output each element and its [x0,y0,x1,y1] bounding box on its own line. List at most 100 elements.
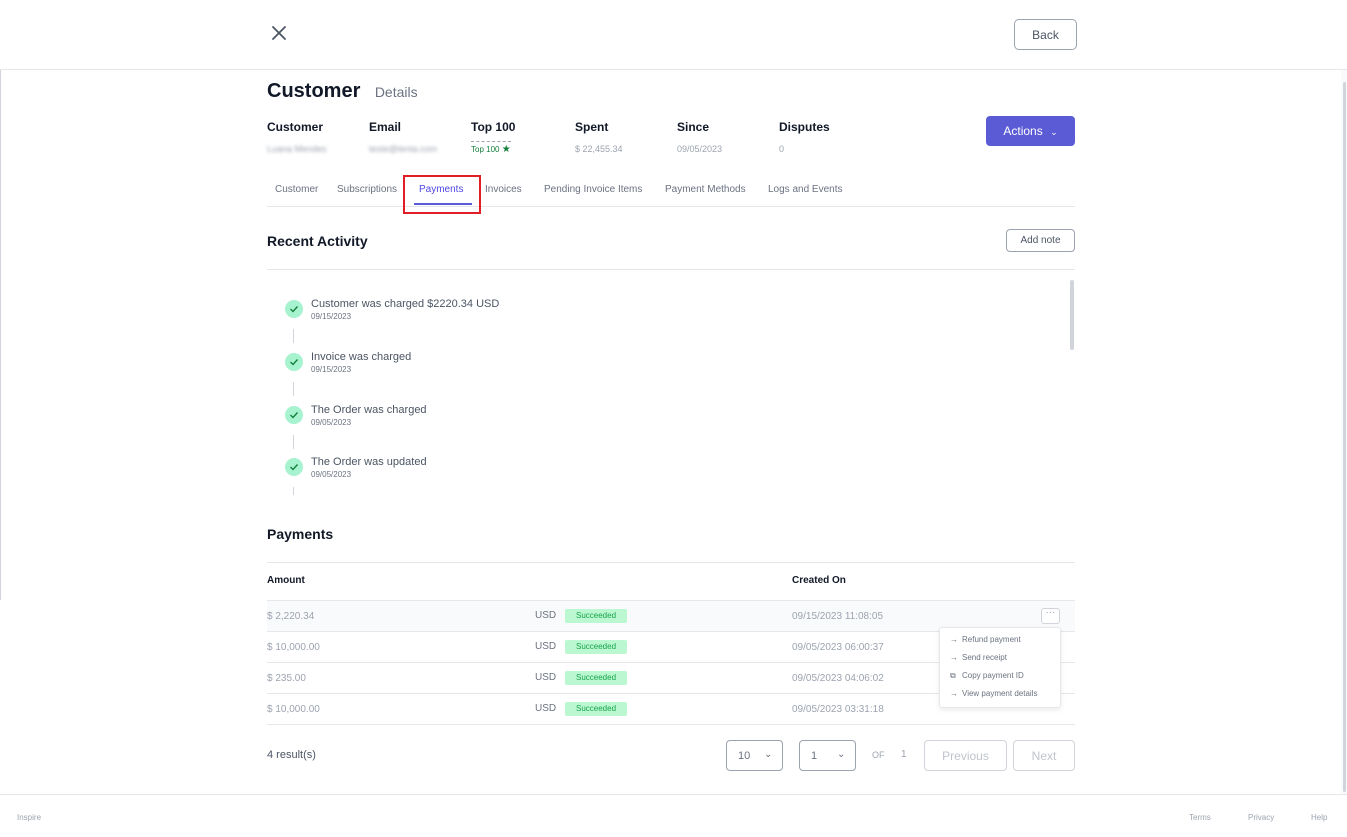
next-page-button[interactable]: Next [1013,740,1075,771]
footer: Inspire Terms Privacy Help [0,794,1347,837]
meta-since: Since 09/05/2023 [677,120,722,154]
copy-icon: ⧉ [950,671,956,680]
menu-item-label: Send receipt [962,653,1007,662]
recent-activity-title: Recent Activity [267,233,368,249]
timeline-connector [293,329,294,343]
meta-label: Disputes [779,120,830,134]
footer-link-terms[interactable]: Terms [1189,813,1211,822]
page-subtitle: Details [374,84,418,100]
left-border [0,70,1,600]
column-header-created-on: Created On [792,575,846,586]
payment-created-on: 09/05/2023 03:31:18 [792,704,884,715]
timeline-connector [293,435,294,449]
arrow-right-icon: → [950,689,958,698]
tab-subscriptions[interactable]: Subscriptions [337,184,397,195]
row-actions-menu: → Refund payment → Send receipt ⧉ Copy paym… [939,627,1061,708]
meta-value: teste@tenta.com [369,144,438,154]
activity-title: The Order was charged [311,404,427,416]
activity-date: 09/05/2023 [311,470,352,479]
tab-highlight-box [403,175,481,214]
activity-timeline[interactable]: Customer was charged $2220.34 USD 09/15/… [267,280,1075,495]
previous-page-button[interactable]: Previous [924,740,1007,771]
page-number-select[interactable]: 1 ⌄ [799,740,856,771]
meta-value: $ 22,455.34 [575,144,623,154]
payment-amount: $ 10,000.00 [267,704,320,715]
check-circle-icon [285,300,303,318]
meta-value: 0 [779,144,785,154]
menu-item-view-payment-details[interactable]: → View payment details [950,689,1037,698]
meta-label: Email [369,120,402,134]
payment-created-on: 09/05/2023 04:06:02 [792,673,884,684]
menu-item-label: Refund payment [962,635,1021,644]
menu-item-refund-payment[interactable]: → Refund payment [950,635,1021,644]
more-options-icon[interactable]: ··· [1041,608,1060,624]
menu-item-send-receipt[interactable]: → Send receipt [950,653,1007,662]
payment-currency: USD [535,641,557,652]
meta-label: Since [677,120,710,134]
payment-amount: $ 235.00 [267,673,306,684]
status-badge: Succeeded [565,702,627,716]
page-size-select[interactable]: 10 ⌄ [726,740,783,771]
star-icon: ★ [501,144,511,155]
status-badge: Succeeded [565,671,627,685]
activity-date: 09/05/2023 [311,418,352,427]
footer-link-help[interactable]: Help [1311,813,1327,822]
activity-scrollbar-thumb[interactable] [1070,280,1074,350]
tab-customer[interactable]: Customer [275,184,318,195]
meta-value: Luana Mendes [267,144,327,154]
menu-item-label: Copy payment ID [962,671,1024,680]
tab-bar: Customer Subscriptions Payments Invoices… [267,176,1075,207]
meta-label: Top 100 [471,120,516,134]
activity-title: The Order was updated [311,456,427,468]
payment-currency: USD [535,610,557,621]
payment-currency: USD [535,672,557,683]
column-header-amount: Amount [267,575,305,586]
payments-title: Payments [267,526,334,542]
pagination-total-pages: 1 [901,749,907,760]
meta-label: Customer [267,120,324,134]
page-title: Customer [267,80,361,102]
tab-invoices[interactable]: Invoices [485,184,522,195]
footer-brand: Inspire [17,813,42,822]
check-circle-icon [285,458,303,476]
activity-date: 09/15/2023 [311,365,352,374]
payment-currency: USD [535,703,557,714]
activity-title: Invoice was charged [311,351,412,363]
page-size-value: 10 [738,750,751,762]
footer-link-privacy[interactable]: Privacy [1248,813,1274,822]
activity-title: Customer was charged $2220.34 USD [311,298,500,310]
check-circle-icon [285,406,303,424]
status-badge: Succeeded [565,640,627,654]
payment-created-on: 09/05/2023 06:00:37 [792,642,884,653]
arrow-right-icon: → [950,653,958,662]
meta-email: Email teste@tenta.com [369,120,437,154]
status-badge: Succeeded [565,609,627,623]
activity-date: 09/15/2023 [311,312,352,321]
section-divider [267,269,1075,270]
page-heading: Customer Details [267,80,418,103]
tab-payment-methods[interactable]: Payment Methods [665,184,746,195]
meta-disputes: Disputes 0 [779,120,830,154]
back-button[interactable]: Back [1014,19,1077,50]
check-circle-icon [285,353,303,371]
menu-item-label: View payment details [962,689,1038,698]
payment-amount: $ 2,220.34 [267,611,315,622]
meta-value: 09/05/2023 [677,144,723,154]
add-note-button[interactable]: Add note [1006,229,1075,252]
tab-logs-and-events[interactable]: Logs and Events [768,184,843,195]
tab-pending-invoice-items[interactable]: Pending Invoice Items [544,184,642,195]
close-icon[interactable] [268,22,290,44]
chevron-down-icon: ⌄ [837,749,846,760]
top100-badge-label: Top 100 [471,145,500,154]
meta-label: Spent [575,120,609,134]
top-bar: Back [0,0,1347,70]
meta-top100: Top 100 Top 100 ★ [471,120,515,157]
actions-button[interactable]: Actions ⌄ [986,116,1075,146]
section-divider [267,562,1075,563]
page-scrollbar-thumb[interactable] [1343,82,1346,792]
payment-created-on: 09/15/2023 11:08:05 [792,611,884,622]
pagination-of-label: OF [872,750,885,760]
timeline-connector [293,487,294,495]
actions-label: Actions [1003,124,1043,138]
menu-item-copy-payment-id[interactable]: ⧉ Copy payment ID [950,671,1024,681]
